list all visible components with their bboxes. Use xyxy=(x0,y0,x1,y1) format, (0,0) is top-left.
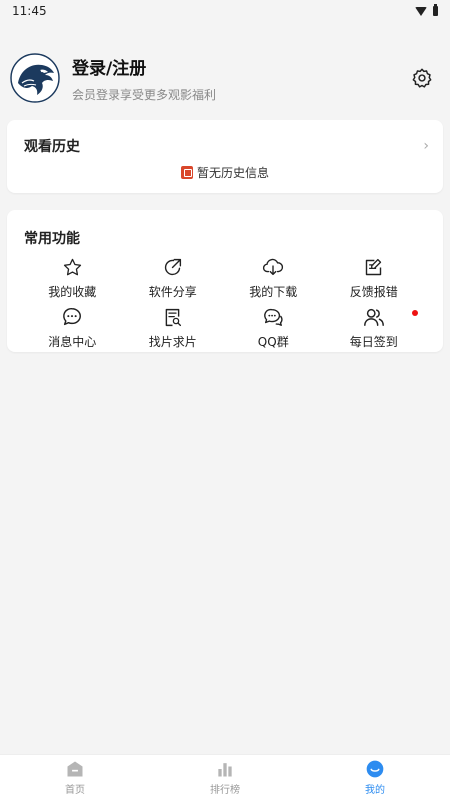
func-label: 找片求片 xyxy=(148,335,197,349)
history-card[interactable]: 观看历史 › 暂无历史信息 xyxy=(7,120,443,193)
avatar[interactable] xyxy=(10,53,60,103)
tab-label: 我的 xyxy=(365,785,385,796)
bottom-tab-bar: 首页 排行榜 我的 xyxy=(0,754,450,800)
search-doc-icon xyxy=(162,306,184,328)
func-feedback[interactable]: 反馈报错 xyxy=(324,256,425,306)
tab-label: 排行榜 xyxy=(210,785,240,796)
tab-ranking[interactable]: 排行榜 xyxy=(150,755,300,800)
notification-badge xyxy=(412,310,418,316)
status-bar: 11:45 xyxy=(0,0,450,22)
func-downloads[interactable]: 我的下载 xyxy=(223,256,324,306)
chevron-right-icon[interactable]: › xyxy=(423,138,429,154)
tab-mine[interactable]: 我的 xyxy=(300,755,450,800)
tab-home[interactable]: 首页 xyxy=(0,755,150,800)
func-label: 我的下载 xyxy=(249,285,298,299)
book-icon xyxy=(180,166,193,179)
eagle-logo-icon xyxy=(10,53,60,103)
chat-bubbles-icon xyxy=(262,306,284,328)
smile-icon xyxy=(366,760,384,778)
func-label: 软件分享 xyxy=(148,285,197,299)
settings-button[interactable] xyxy=(410,66,434,90)
func-label: 反馈报错 xyxy=(349,285,398,299)
func-request[interactable]: 找片求片 xyxy=(123,306,224,356)
func-favorites[interactable]: 我的收藏 xyxy=(22,256,123,306)
func-label: 每日签到 xyxy=(349,335,398,349)
battery-icon xyxy=(433,4,438,16)
history-empty-text: 暂无历史信息 xyxy=(196,166,269,180)
gear-icon xyxy=(412,68,432,88)
func-label: QQ群 xyxy=(257,335,289,349)
functions-title: 常用功能 xyxy=(24,231,80,247)
status-time: 11:45 xyxy=(12,4,47,18)
func-messages[interactable]: 消息中心 xyxy=(22,306,123,356)
users-icon xyxy=(363,306,385,328)
status-icons xyxy=(415,4,438,16)
message-icon xyxy=(61,306,83,328)
func-label: 我的收藏 xyxy=(48,285,97,299)
bar-chart-icon xyxy=(218,763,232,777)
func-label: 消息中心 xyxy=(48,335,97,349)
tab-label: 首页 xyxy=(65,785,85,796)
func-qq-group[interactable]: QQ群 xyxy=(223,306,324,356)
cloud-download-icon xyxy=(262,256,284,278)
login-title[interactable]: 登录/注册 xyxy=(72,54,410,79)
wifi-icon xyxy=(415,6,427,16)
functions-card: 常用功能 我的收藏 软件分享 我的下载 反馈报错 消息中心 找片求片 QQ群 每… xyxy=(7,210,443,352)
history-title: 观看历史 xyxy=(24,139,80,155)
home-icon xyxy=(67,761,83,777)
edit-icon xyxy=(363,256,385,278)
functions-grid: 我的收藏 软件分享 我的下载 反馈报错 消息中心 找片求片 QQ群 每日签到 xyxy=(7,256,443,356)
star-icon xyxy=(61,256,83,278)
func-share[interactable]: 软件分享 xyxy=(123,256,224,306)
history-empty: 暂无历史信息 xyxy=(7,164,443,181)
func-checkin[interactable]: 每日签到 xyxy=(324,306,425,356)
profile-header[interactable]: 登录/注册 会员登录享受更多观影福利 xyxy=(0,40,450,116)
login-subtitle: 会员登录享受更多观影福利 xyxy=(72,87,217,102)
share-icon xyxy=(162,256,184,278)
